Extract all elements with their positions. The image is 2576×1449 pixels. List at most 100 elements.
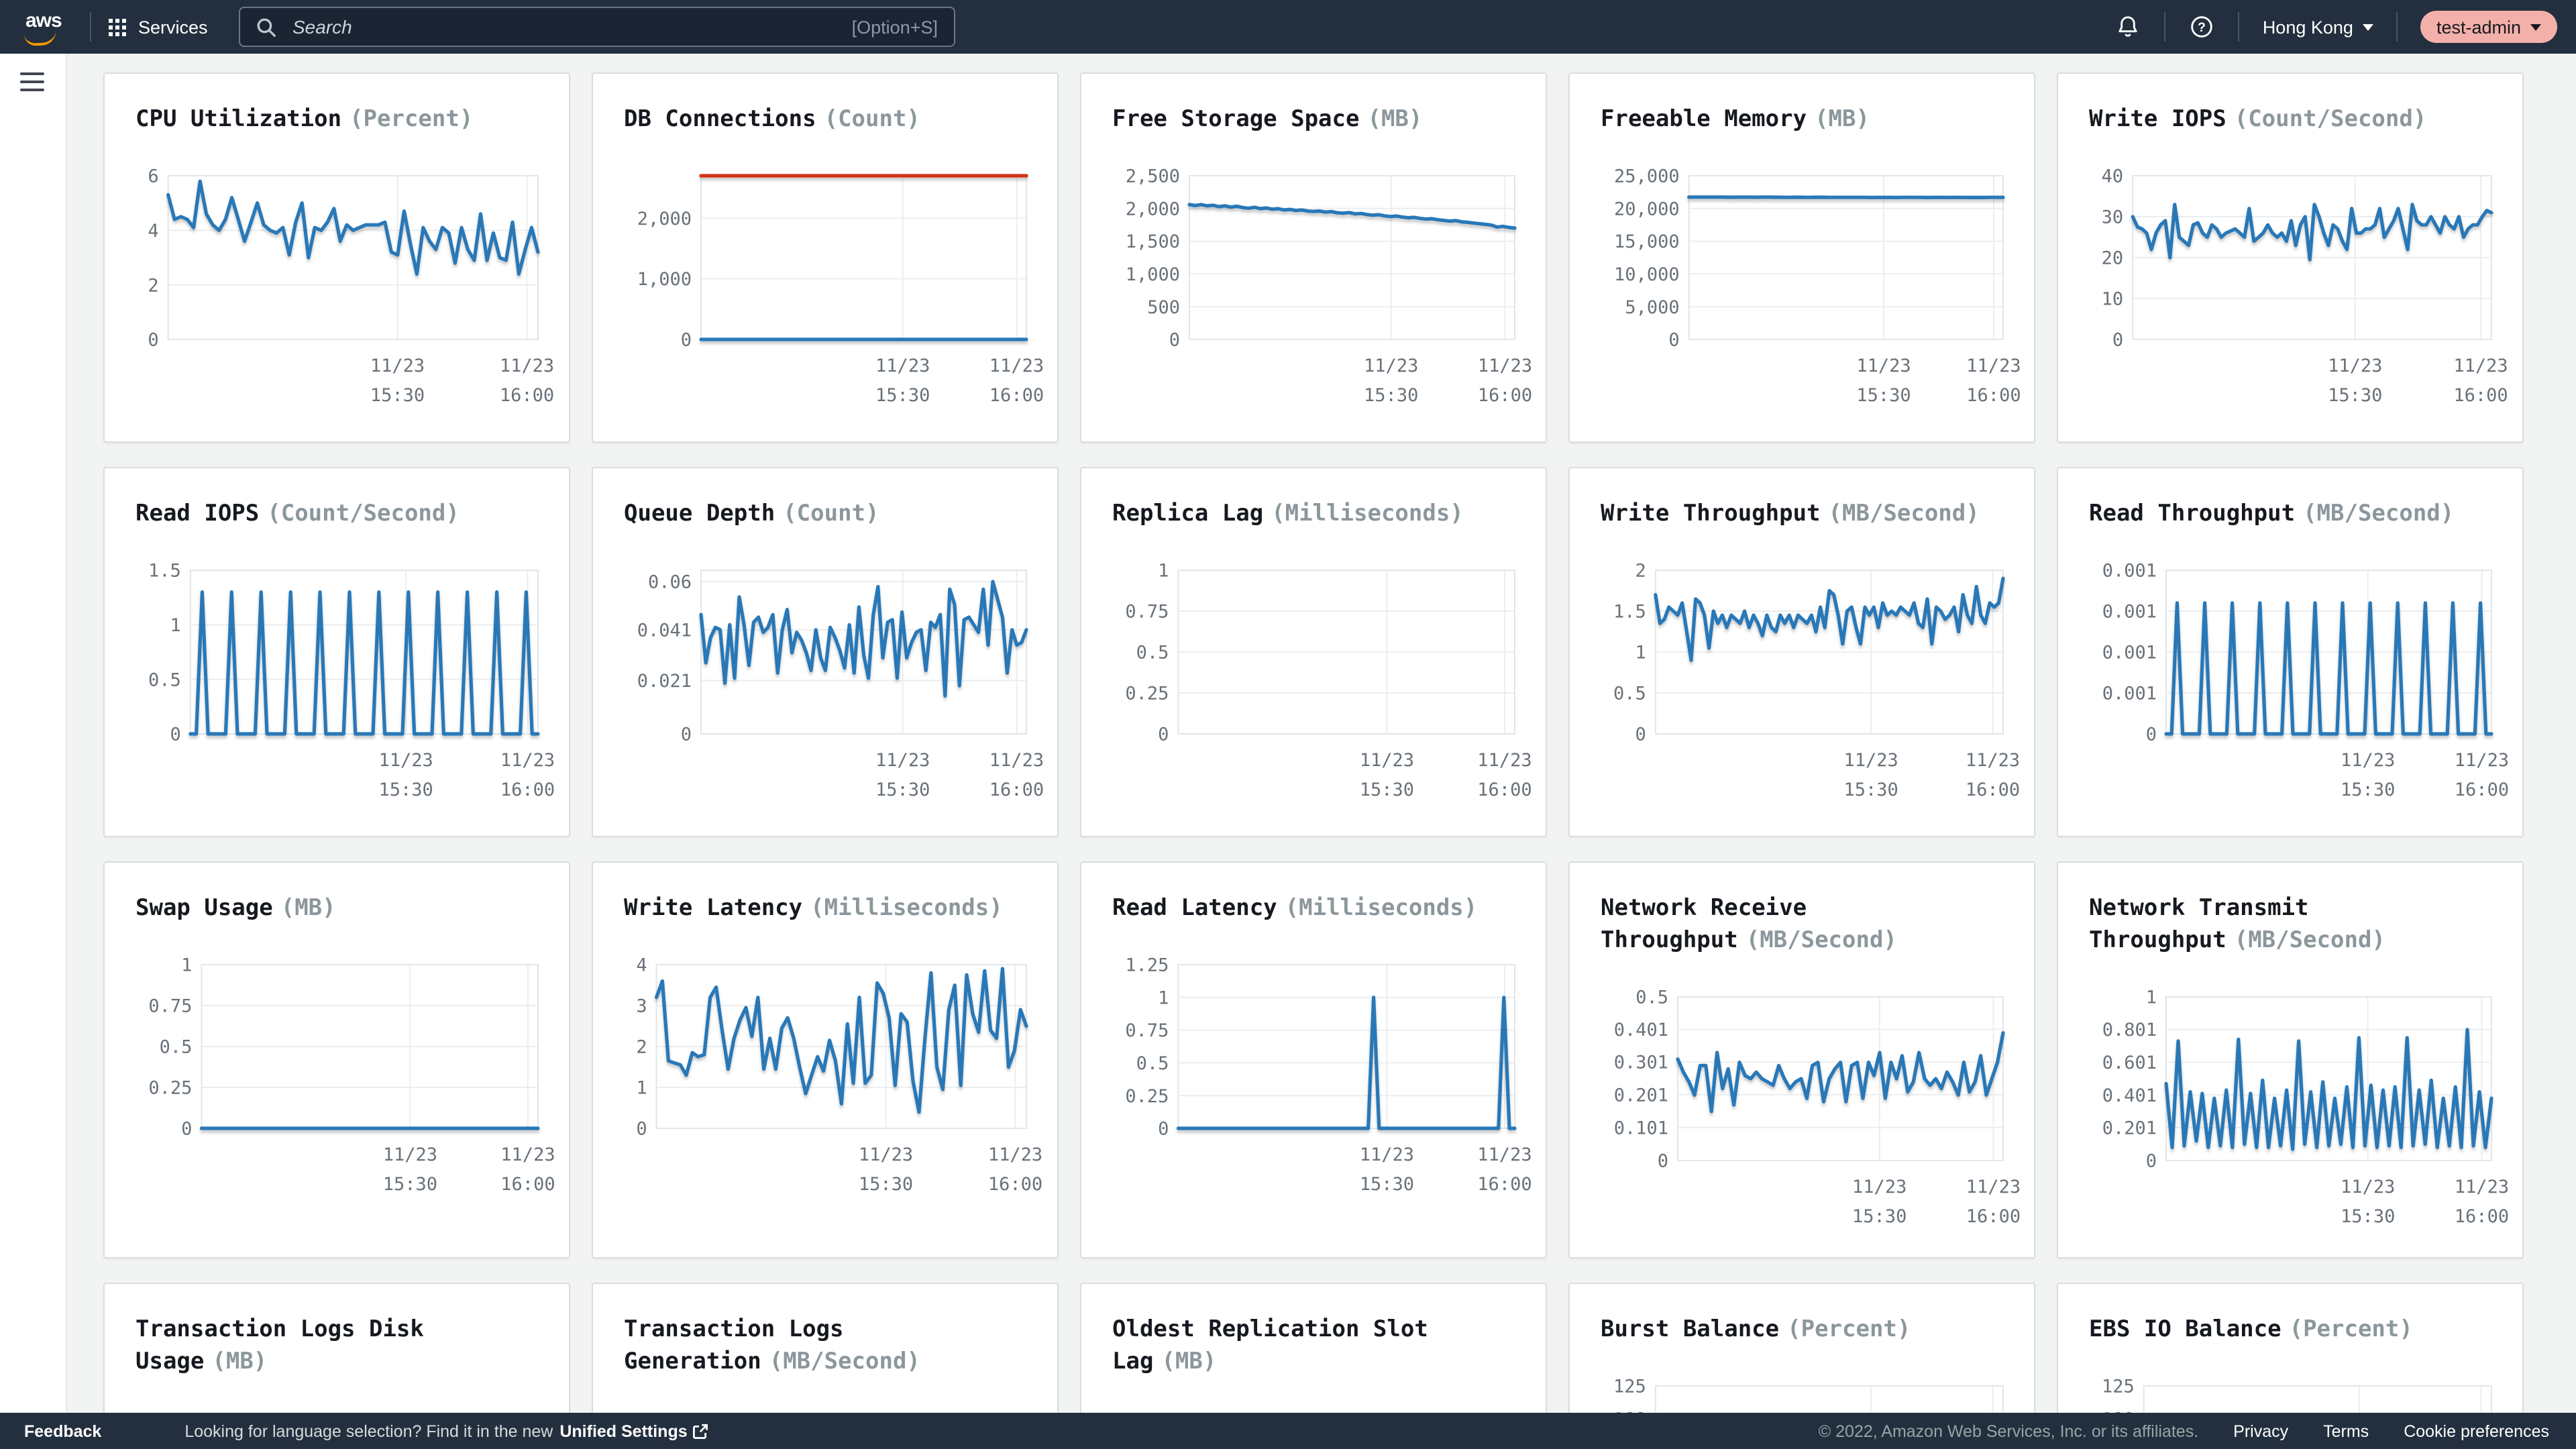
metric-card-network-receive-throughput[interactable]: Network Receive Throughput(MB/Second)00.…	[1568, 861, 2035, 1258]
svg-text:0: 0	[1158, 1119, 1169, 1140]
terms-link[interactable]: Terms	[2323, 1421, 2369, 1440]
svg-text:0.001: 0.001	[2102, 643, 2157, 663]
metric-unit: (Count)	[783, 500, 879, 527]
metric-card-title: Swap Usage(MB)	[136, 892, 553, 924]
svg-text:15:30: 15:30	[859, 1174, 913, 1195]
svg-text:1,000: 1,000	[1126, 264, 1180, 285]
metric-card-read-iops[interactable]: Read IOPS(Count/Second) 00.511.511/2315:3…	[103, 467, 570, 837]
svg-text:11/23: 11/23	[1852, 1177, 1907, 1197]
metric-unit: (MB/Second)	[769, 1348, 920, 1375]
chart-canvas-write-latency[interactable]: 0123411/2315:3011/2316:00	[624, 938, 1042, 1201]
svg-text:15:30: 15:30	[2341, 1206, 2395, 1227]
metric-card-write-throughput[interactable]: Write Throughput(MB/Second)00.511.5211/2…	[1568, 467, 2035, 837]
chart-canvas-freeable-memory[interactable]: 05,00010,00015,00020,00025,00011/2315:30…	[1601, 149, 2019, 412]
svg-text:2: 2	[148, 275, 158, 296]
metric-card-freeable-memory[interactable]: Freeable Memory(MB)05,00010,00015,00020,…	[1568, 72, 2035, 443]
svg-text:0: 0	[681, 330, 692, 351]
unified-settings-link[interactable]: Unified Settings	[559, 1421, 708, 1440]
metric-card-swap-usage[interactable]: Swap Usage(MB) 00.250.50.75111/2315:3011/…	[103, 861, 570, 1258]
chart-canvas-replica-lag[interactable]: 00.250.50.75111/2315:3011/2316:00	[1112, 543, 1531, 806]
chart-canvas-swap-usage[interactable]: 00.250.50.75111/2315:3011/2316:00	[136, 938, 554, 1201]
chart-canvas-ebs-io-balance[interactable]: 10012511/2315:3011/2316:00	[2089, 1359, 2508, 1413]
svg-text:16:00: 16:00	[1966, 1206, 2021, 1227]
svg-text:11/23: 11/23	[2455, 750, 2509, 771]
svg-text:15:30: 15:30	[1360, 1174, 1414, 1195]
metric-card-transaction-logs-generation[interactable]: Transaction Logs Generation(MB/Second)	[592, 1283, 1059, 1413]
metric-unit: (MB/Second)	[1829, 500, 1980, 527]
chart-canvas-cpu-utilization[interactable]: 024611/2315:3011/2316:00	[136, 149, 554, 412]
svg-text:15:30: 15:30	[1843, 780, 1898, 800]
metric-card-replica-lag[interactable]: Replica Lag(Milliseconds)00.250.50.75111…	[1080, 467, 1547, 837]
svg-text:0.25: 0.25	[148, 1078, 192, 1099]
metric-unit: (MB)	[212, 1348, 267, 1375]
chart-canvas-queue-depth[interactable]: 00.0210.0410.0611/2315:3011/2316:00	[624, 543, 1042, 806]
svg-text:40: 40	[2102, 166, 2124, 187]
metric-card-cpu-utilization[interactable]: CPU Utilization(Percent)024611/2315:3011…	[103, 72, 570, 443]
metric-card-read-throughput[interactable]: Read Throughput(MB/Second)00.0010.0010.0…	[2057, 467, 2524, 837]
aws-logo[interactable]: aws	[19, 11, 67, 43]
global-search[interactable]: [Option+S]	[239, 7, 955, 47]
metric-card-transaction-logs-disk-usage[interactable]: Transaction Logs Disk Usage(MB)	[103, 1283, 570, 1413]
region-selector[interactable]: Hong Kong	[2263, 17, 2373, 37]
metric-card-oldest-replication-slot-lag[interactable]: Oldest Replication Slot Lag(MB)	[1080, 1283, 1547, 1413]
svg-text:0.201: 0.201	[2102, 1118, 2157, 1139]
metric-card-title: Network Transmit Throughput(MB/Second)	[2089, 892, 2506, 957]
copyright-text: © 2022, Amazon Web Services, Inc. or its…	[1819, 1421, 2198, 1440]
chart-canvas-burst-balance[interactable]: 10012511/2315:3011/2316:00	[1601, 1359, 2019, 1413]
metric-card-write-latency[interactable]: Write Latency(Milliseconds)0123411/2315:…	[592, 861, 1059, 1258]
svg-text:125: 125	[1613, 1377, 1646, 1397]
metric-card-free-storage-space[interactable]: Free Storage Space(MB)05001,0001,5002,00…	[1080, 72, 1547, 443]
svg-text:0: 0	[1668, 330, 1679, 351]
chart-canvas-read-iops[interactable]: 00.511.511/2315:3011/2316:00	[136, 543, 554, 806]
nav-divider	[2165, 12, 2166, 42]
metrics-grid: CPU Utilization(Percent)024611/2315:3011…	[66, 54, 2576, 1413]
svg-text:1: 1	[170, 615, 181, 636]
metric-card-read-latency[interactable]: Read Latency(Milliseconds)00.250.50.7511…	[1080, 861, 1547, 1258]
svg-text:125: 125	[2102, 1377, 2135, 1397]
chart-canvas-write-iops[interactable]: 01020304011/2315:3011/2316:00	[2089, 149, 2508, 412]
account-label: test-admin	[2436, 17, 2521, 37]
svg-text:11/23: 11/23	[875, 356, 930, 376]
svg-text:16:00: 16:00	[2453, 385, 2508, 406]
svg-text:16:00: 16:00	[500, 1174, 555, 1195]
metric-unit: (MB/Second)	[1746, 927, 1897, 954]
metric-card-network-transmit-throughput[interactable]: Network Transmit Throughput(MB/Second) 00…	[2057, 861, 2524, 1258]
svg-text:0.301: 0.301	[1614, 1053, 1668, 1073]
feedback-link[interactable]: Feedback	[24, 1421, 101, 1440]
svg-text:0.25: 0.25	[1125, 1086, 1169, 1107]
chart-canvas-read-latency[interactable]: 00.250.50.7511.2511/2315:3011/2316:00	[1112, 938, 1531, 1201]
chart-canvas-write-throughput[interactable]: 00.511.5211/2315:3011/2316:00	[1601, 543, 2019, 806]
svg-text:0.75: 0.75	[148, 996, 192, 1017]
svg-text:0.06: 0.06	[648, 572, 692, 593]
help-button[interactable]: ?	[2189, 13, 2216, 40]
chart-canvas-read-throughput[interactable]: 00.0010.0010.0010.00111/2315:3011/2316:0…	[2089, 543, 2508, 806]
metric-card-queue-depth[interactable]: Queue Depth(Count)00.0210.0410.0611/2315…	[592, 467, 1059, 837]
notifications-bell-button[interactable]	[2115, 13, 2142, 40]
svg-text:0.001: 0.001	[2102, 684, 2157, 704]
metric-unit: (Count)	[824, 106, 920, 133]
svg-text:16:00: 16:00	[1478, 385, 1532, 406]
account-menu-button[interactable]: test-admin	[2420, 11, 2557, 43]
chart-canvas-free-storage-space[interactable]: 05001,0001,5002,0002,50011/2315:3011/231…	[1112, 149, 1531, 412]
privacy-link[interactable]: Privacy	[2233, 1421, 2288, 1440]
svg-text:16:00: 16:00	[500, 385, 554, 406]
svg-text:11/23: 11/23	[1360, 1144, 1414, 1165]
metric-card-db-connections[interactable]: DB Connections(Count)01,0002,00011/2315:…	[592, 72, 1059, 443]
metric-card-burst-balance[interactable]: Burst Balance(Percent)10012511/2315:3011…	[1568, 1283, 2035, 1413]
cookie-preferences-link[interactable]: Cookie preferences	[2404, 1421, 2549, 1440]
monitoring-content: CPU Utilization(Percent)024611/2315:3011…	[66, 54, 2576, 1413]
metric-card-title: Read IOPS(Count/Second)	[136, 498, 553, 530]
search-input[interactable]	[290, 15, 852, 39]
chart-canvas-network-transmit-throughput[interactable]: 00.2010.4010.6010.801111/2315:3011/2316:…	[2089, 970, 2508, 1233]
svg-text:15:30: 15:30	[1852, 1206, 1907, 1227]
svg-text:1: 1	[636, 1078, 647, 1099]
svg-text:4: 4	[636, 955, 647, 976]
services-menu-button[interactable]: Services	[109, 17, 208, 37]
chart-canvas-db-connections[interactable]: 01,0002,00011/2315:3011/2316:00	[624, 149, 1042, 412]
chart-canvas-network-receive-throughput[interactable]: 00.1010.2010.3010.4010.511/2315:3011/231…	[1601, 970, 2019, 1233]
hamburger-menu-button[interactable]	[20, 72, 44, 91]
metric-name: Freeable Memory	[1601, 106, 1807, 133]
svg-text:11/23: 11/23	[1843, 750, 1898, 771]
metric-card-write-iops[interactable]: Write IOPS(Count/Second)01020304011/2315…	[2057, 72, 2524, 443]
metric-card-ebs-io-balance[interactable]: EBS IO Balance(Percent)10012511/2315:301…	[2057, 1283, 2524, 1413]
